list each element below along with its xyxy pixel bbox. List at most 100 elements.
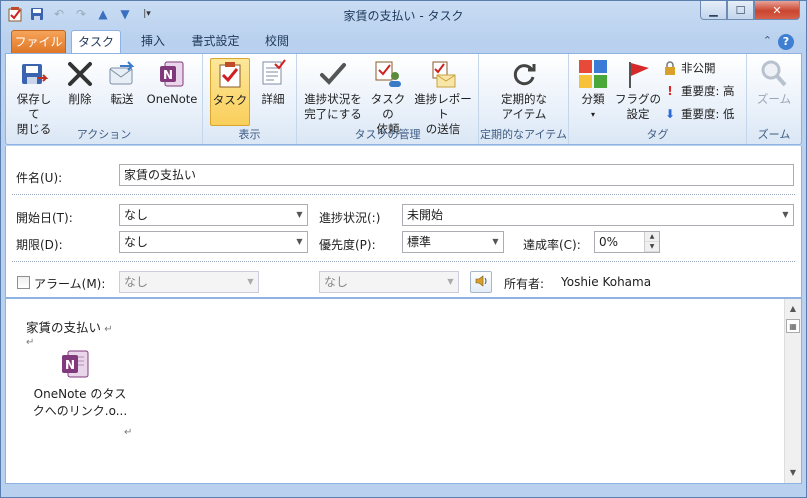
categorize-label: 分類 bbox=[581, 92, 605, 106]
divider bbox=[12, 194, 795, 195]
zoom-group-label: ズーム bbox=[757, 128, 791, 141]
due-date-dropdown-icon[interactable]: ▼ bbox=[292, 232, 307, 252]
details-button[interactable]: 詳細 bbox=[255, 58, 291, 107]
flag-icon bbox=[622, 58, 654, 90]
delete-label: 削除 bbox=[68, 92, 92, 106]
tab-insert[interactable]: 挿入 bbox=[133, 30, 173, 54]
tab-task[interactable]: タスク bbox=[71, 30, 121, 54]
reminder-time-dropdown-icon[interactable]: ▼ bbox=[443, 272, 458, 292]
help-icon[interactable]: ? bbox=[778, 34, 794, 50]
ruler-toggle-icon[interactable]: ▦ bbox=[786, 319, 800, 333]
onenote-attachment-icon[interactable]: N bbox=[58, 349, 92, 379]
due-date-field[interactable]: なし ▼ bbox=[119, 231, 308, 253]
window-title: 家賃の支払い - タスク bbox=[343, 9, 464, 23]
percent-spinner[interactable]: ▲ ▼ bbox=[644, 232, 659, 252]
actions-group-label: アクション bbox=[76, 128, 132, 141]
status-dropdown-icon[interactable]: ▼ bbox=[778, 205, 793, 225]
svg-text:N: N bbox=[65, 358, 75, 372]
reminder-sound-button[interactable] bbox=[470, 271, 492, 293]
manage-task-group-label: タスクの管理 bbox=[354, 128, 421, 141]
reminder-date-field[interactable]: なし ▼ bbox=[119, 271, 259, 293]
tab-file[interactable]: ファイル bbox=[11, 30, 66, 54]
tab-format-text[interactable]: 書式設定 bbox=[183, 30, 248, 54]
low-importance-icon: ⬇ bbox=[664, 107, 676, 121]
title-bar: ↶ ↷ ▲ ▼ |▾ 家賃の支払い - タスク ▁ ☐ ✕ bbox=[1, 1, 806, 29]
spin-down-icon[interactable]: ▼ bbox=[645, 242, 659, 252]
save-close-icon bbox=[18, 58, 50, 90]
close-button[interactable]: ✕ bbox=[754, 1, 800, 20]
reminder-checkbox[interactable] bbox=[17, 276, 30, 289]
spin-up-icon[interactable]: ▲ bbox=[645, 232, 659, 242]
body-scrollbar[interactable]: ▲ ▦ ▼ bbox=[784, 299, 801, 483]
zoom-label: ズーム bbox=[756, 92, 792, 106]
task-body-editor[interactable]: 家賃の支払い ↵ ↵ N OneNote のタス クへのリンク.o... ↵ ▲… bbox=[5, 298, 802, 484]
high-importance-button[interactable]: ! 重要度: 高 bbox=[663, 83, 735, 99]
tab-review[interactable]: 校閲 bbox=[257, 30, 297, 54]
send-status-report-label-1: 進捗レポート bbox=[414, 92, 472, 121]
paragraph-mark-icon: ↵ bbox=[124, 427, 133, 438]
mark-complete-label-2: 完了にする bbox=[304, 107, 362, 121]
onenote-attachment[interactable]: OneNote のタス クへのリンク.o... bbox=[30, 385, 130, 419]
follow-up-button[interactable]: フラグの 設定 bbox=[615, 58, 661, 122]
details-icon bbox=[257, 58, 289, 90]
due-date-label: 期限(D): bbox=[16, 238, 63, 252]
recurrence-label-2: アイテム bbox=[501, 107, 547, 121]
reminder-time-field[interactable]: なし ▼ bbox=[319, 271, 459, 293]
recurrence-button[interactable]: 定期的な アイテム bbox=[493, 58, 555, 122]
scroll-down-icon[interactable]: ▼ bbox=[786, 466, 800, 480]
private-label: 非公開 bbox=[681, 61, 716, 75]
start-date-label: 開始日(T): bbox=[16, 211, 73, 225]
owner-label: 所有者: bbox=[504, 277, 545, 291]
assign-task-label-1: タスクの bbox=[370, 92, 406, 121]
percent-complete-value: 0% bbox=[599, 235, 619, 249]
paragraph-mark-icon: ↵ bbox=[26, 337, 35, 348]
reminder-date-dropdown-icon[interactable]: ▼ bbox=[243, 272, 258, 292]
recurrence-icon bbox=[508, 58, 540, 90]
high-importance-icon: ! bbox=[667, 84, 673, 98]
priority-select[interactable]: 標準 ▼ bbox=[402, 231, 504, 253]
mark-complete-button[interactable]: 進捗状況を 完了にする bbox=[301, 58, 365, 122]
tags-group-label: タグ bbox=[646, 128, 669, 141]
delete-button[interactable]: 削除 bbox=[62, 58, 98, 107]
forward-button[interactable]: 転送 bbox=[104, 58, 140, 107]
high-importance-label: 重要度: 高 bbox=[681, 84, 735, 98]
priority-dropdown-icon[interactable]: ▼ bbox=[488, 232, 503, 252]
status-select[interactable]: 未開始 ▼ bbox=[402, 204, 794, 226]
body-text: 家賃の支払い bbox=[26, 320, 102, 335]
subject-input[interactable]: 家賃の支払い bbox=[119, 164, 794, 186]
forward-label: 転送 bbox=[110, 92, 134, 106]
task-view-button[interactable]: タスク bbox=[210, 58, 250, 126]
body-text-line: 家賃の支払い ↵ bbox=[26, 317, 113, 336]
priority-value: 標準 bbox=[407, 235, 432, 249]
subject-label: 件名(U): bbox=[16, 171, 63, 185]
zoom-button[interactable]: ズーム bbox=[753, 58, 795, 107]
low-importance-button[interactable]: ⬇ 重要度: 低 bbox=[663, 106, 735, 122]
scroll-up-icon[interactable]: ▲ bbox=[786, 302, 800, 316]
task-view-label: タスク bbox=[212, 93, 248, 107]
reminder-date-value: なし bbox=[124, 275, 149, 289]
private-button[interactable]: 非公開 bbox=[663, 60, 716, 76]
onenote-button[interactable]: N OneNote bbox=[144, 58, 200, 107]
percent-complete-input[interactable]: 0% ▲ ▼ bbox=[594, 231, 660, 253]
follow-up-label-1: フラグの bbox=[615, 92, 661, 106]
svg-text:N: N bbox=[163, 68, 173, 82]
minimize-icon: ▁ bbox=[709, 3, 718, 17]
task-view-icon bbox=[214, 59, 246, 91]
maximize-button[interactable]: ☐ bbox=[727, 1, 754, 20]
start-date-field[interactable]: なし ▼ bbox=[119, 204, 308, 226]
owner-value: Yoshie Kohama bbox=[561, 275, 652, 289]
minimize-button[interactable]: ▁ bbox=[700, 1, 727, 20]
group-actions: 保存して 閉じる 削除 転送 N OneNote アクション bbox=[6, 54, 203, 144]
minimize-ribbon-icon[interactable]: ⌃ bbox=[763, 34, 772, 47]
divider bbox=[12, 261, 795, 262]
percent-complete-label: 達成率(C): bbox=[523, 238, 581, 252]
magnifier-icon bbox=[758, 58, 790, 90]
reminder-label: アラーム(M): bbox=[34, 277, 106, 291]
follow-up-label-2: 設定 bbox=[626, 107, 650, 121]
task-window: ↶ ↷ ▲ ▼ |▾ 家賃の支払い - タスク ▁ ☐ ✕ ファイル タスク 挿… bbox=[0, 0, 807, 498]
categorize-button[interactable]: 分類 ▾ bbox=[573, 58, 613, 122]
start-date-dropdown-icon[interactable]: ▼ bbox=[292, 205, 307, 225]
status-report-icon bbox=[427, 58, 459, 90]
onenote-icon: N bbox=[156, 58, 188, 90]
group-recurrence: 定期的な アイテム 定期的なアイテム bbox=[479, 54, 569, 144]
